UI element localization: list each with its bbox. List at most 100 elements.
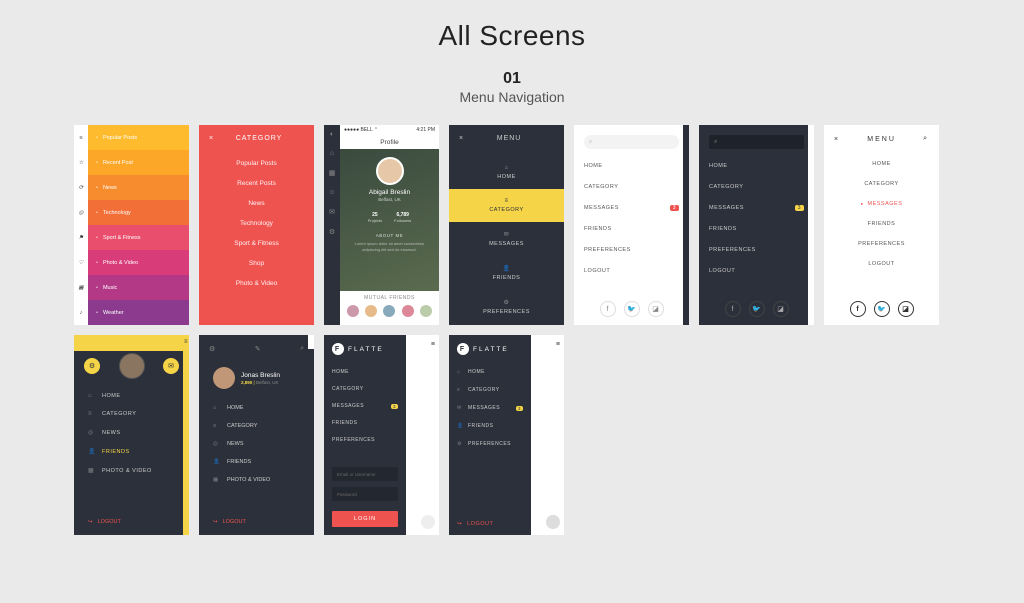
menu-item[interactable]: HOME xyxy=(709,163,804,169)
category-item[interactable]: Popular Posts xyxy=(209,160,304,167)
menu-item[interactable]: ≡CATEGORY xyxy=(88,411,175,417)
avatar[interactable] xyxy=(119,353,145,379)
category-item[interactable]: Shop xyxy=(209,260,304,267)
menu-item[interactable]: ⚙PREFERENCES xyxy=(457,441,523,447)
login-button[interactable]: LOGIN xyxy=(332,511,398,527)
facebook-icon[interactable]: f xyxy=(850,301,866,317)
edit-icon[interactable]: ✎ xyxy=(255,345,261,353)
menu-item[interactable]: PREFERENCES xyxy=(332,437,398,443)
grid-icon[interactable]: ▦ xyxy=(329,169,336,177)
menu-item[interactable]: ▦PHOTO & VIDEO xyxy=(213,477,300,483)
menu-item[interactable]: HOME xyxy=(332,369,398,375)
close-icon[interactable]: × xyxy=(459,135,464,142)
menu-item[interactable]: ◎NEWS xyxy=(88,429,175,436)
search-icon[interactable]: ⌕ xyxy=(300,345,304,353)
menu-item[interactable]: MESSAGES3 xyxy=(332,403,398,409)
logout-link[interactable]: ↪LOGOUT xyxy=(88,519,121,525)
menu-item[interactable]: ↪SIGN OUT xyxy=(449,324,564,325)
close-icon[interactable]: × xyxy=(834,136,840,143)
menu-item[interactable]: CATEGORY xyxy=(584,184,679,190)
menu-item[interactable]: PREFERENCES xyxy=(834,241,929,247)
password-field[interactable]: Password xyxy=(332,487,398,501)
menu-item[interactable]: MESSAGES3 xyxy=(584,205,679,211)
avatar[interactable] xyxy=(376,157,404,185)
menu-item[interactable]: ◎NEWS xyxy=(213,441,300,447)
menu-item[interactable]: ≡CATEGORY xyxy=(457,387,523,393)
menu-item[interactable]: •Weather xyxy=(88,300,189,325)
menu-item[interactable]: LOGOUT xyxy=(584,268,679,274)
menu-item[interactable]: ⌂HOME xyxy=(88,393,175,399)
instagram-icon[interactable]: ◪ xyxy=(773,301,789,317)
menu-item[interactable]: ⌂HOME xyxy=(457,369,523,375)
category-item[interactable]: Technology xyxy=(209,220,304,227)
gear-icon[interactable]: ⚙ xyxy=(209,345,215,353)
menu-item[interactable]: MESSAGES xyxy=(834,201,929,207)
search-input[interactable]: ⌕ xyxy=(584,135,679,149)
menu-item[interactable]: ⌂HOME xyxy=(213,405,300,411)
category-item[interactable]: News xyxy=(209,200,304,207)
category-item[interactable]: Recent Posts xyxy=(209,180,304,187)
menu-item[interactable]: ⚙PREFERENCES xyxy=(449,290,564,324)
search-icon[interactable]: ⌕ xyxy=(923,135,929,143)
facebook-icon[interactable]: f xyxy=(725,301,741,317)
menu-item[interactable]: HOME xyxy=(834,161,929,167)
menu-item[interactable]: •News xyxy=(88,175,189,200)
menu-item[interactable]: ✉MESSAGES3 xyxy=(457,405,523,411)
gear-icon[interactable]: ⚙ xyxy=(329,228,335,236)
hamburger-icon[interactable]: ≡ xyxy=(431,341,435,348)
menu-item[interactable]: 👤FRIENDS xyxy=(213,459,300,465)
home-icon[interactable]: ⌂ xyxy=(330,150,334,157)
menu-item[interactable]: •Music xyxy=(88,275,189,300)
mail-button[interactable]: ✉ xyxy=(163,358,179,374)
email-field[interactable]: Email or Username xyxy=(332,467,398,481)
menu-item[interactable]: ▦PHOTO & VIDEO xyxy=(88,467,175,474)
twitter-icon[interactable]: 🐦 xyxy=(874,301,890,317)
search-input[interactable]: ⌕ xyxy=(709,135,804,149)
screen-dark-menu-highlight: × MENU ⌂HOME≡CATEGORY✉MESSAGES👤FRIENDS⚙P… xyxy=(449,125,564,325)
menu-item[interactable]: FRIENDS xyxy=(709,226,804,232)
icon-rail: ≡☆⟳◎⚑♡▦♪ xyxy=(74,125,88,325)
gear-button[interactable]: ⚙ xyxy=(84,358,100,374)
menu-item[interactable]: •Photo & Video xyxy=(88,250,189,275)
menu-item[interactable]: CATEGORY xyxy=(709,184,804,190)
twitter-icon[interactable]: 🐦 xyxy=(624,301,640,317)
menu-item[interactable]: ≡CATEGORY xyxy=(213,423,300,429)
menu-item[interactable]: CATEGORY xyxy=(332,386,398,392)
menu-item[interactable]: PREFERENCES xyxy=(584,247,679,253)
instagram-icon[interactable]: ◪ xyxy=(898,301,914,317)
screens-grid: ≡☆⟳◎⚑♡▦♪ •Popular Posts•Recent Post•News… xyxy=(0,111,1024,535)
hamburger-icon[interactable]: ≡ xyxy=(556,341,560,348)
menu-icon[interactable]: ≡ xyxy=(74,125,88,150)
menu-item[interactable]: PREFERENCES xyxy=(709,247,804,253)
logo-icon[interactable]: ◐ xyxy=(330,131,334,138)
menu-item[interactable]: HOME xyxy=(584,163,679,169)
menu-item[interactable]: ⌂HOME xyxy=(449,156,564,189)
menu-item[interactable]: ✉MESSAGES xyxy=(449,222,564,256)
user-icon[interactable]: ☺ xyxy=(328,189,335,196)
menu-item[interactable]: MESSAGES3 xyxy=(709,205,804,211)
chat-icon[interactable]: ✉ xyxy=(329,208,335,216)
menu-item[interactable]: •Popular Posts xyxy=(88,125,189,150)
instagram-icon[interactable]: ◪ xyxy=(648,301,664,317)
menu-item[interactable]: FRIENDS xyxy=(584,226,679,232)
twitter-icon[interactable]: 🐦 xyxy=(749,301,765,317)
avatar[interactable] xyxy=(213,367,235,389)
menu-item[interactable]: 👤FRIENDS xyxy=(449,256,564,290)
menu-item[interactable]: FRIENDS xyxy=(332,420,398,426)
menu-item[interactable]: LOGOUT xyxy=(709,268,804,274)
menu-item[interactable]: ≡CATEGORY xyxy=(449,189,564,222)
menu-item[interactable]: •Recent Post xyxy=(88,150,189,175)
menu-item[interactable]: CATEGORY xyxy=(834,181,929,187)
menu-item[interactable]: FRIENDS xyxy=(834,221,929,227)
category-item[interactable]: Photo & Video xyxy=(209,280,304,287)
close-icon[interactable]: × xyxy=(209,135,214,142)
logout-link[interactable]: ↪LOGOUT xyxy=(457,521,523,527)
menu-item[interactable]: 👤FRIENDS xyxy=(457,423,523,429)
menu-item[interactable]: LOGOUT xyxy=(834,261,929,267)
menu-item[interactable]: •Technology xyxy=(88,200,189,225)
menu-item[interactable]: •Sport & Fitness xyxy=(88,225,189,250)
category-item[interactable]: Sport & Fitness xyxy=(209,240,304,247)
logout-link[interactable]: ↪LOGOUT xyxy=(213,519,246,525)
facebook-icon[interactable]: f xyxy=(600,301,616,317)
menu-item[interactable]: 👤FRIENDS xyxy=(88,448,175,455)
